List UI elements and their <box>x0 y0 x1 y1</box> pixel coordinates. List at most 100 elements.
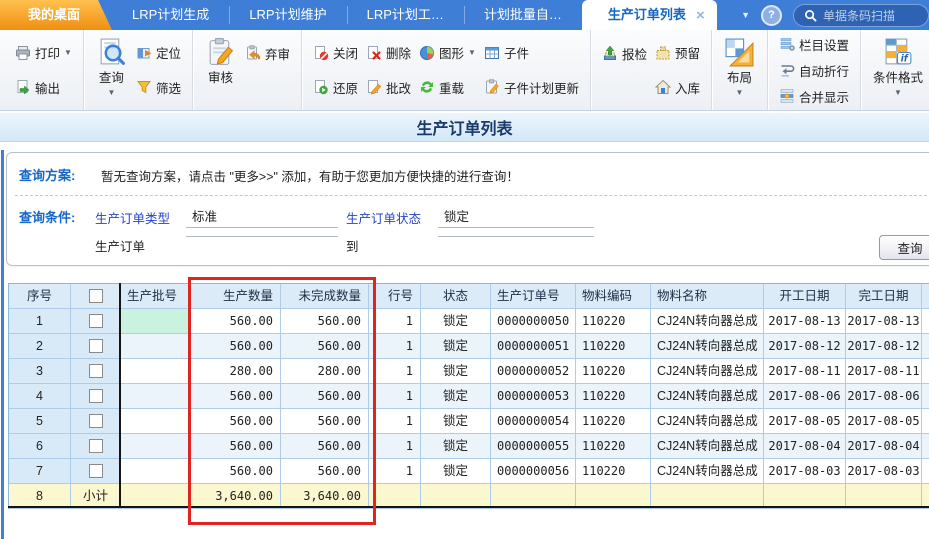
table-cell[interactable]: 280.00 <box>191 359 281 384</box>
table-cell[interactable] <box>121 309 191 334</box>
column-header[interactable]: 状态 <box>421 284 491 309</box>
table-cell[interactable]: CJ24N转向器总成 <box>651 384 764 409</box>
select-all-checkbox[interactable] <box>89 289 103 303</box>
tab-plan-batch-auto[interactable]: 计划批量自… <box>464 0 582 30</box>
table-cell[interactable]: 2017-08-12 <box>764 334 846 359</box>
table-cell[interactable]: 5 <box>9 409 71 434</box>
column-header[interactable]: 生产数量 <box>191 284 281 309</box>
table-cell[interactable]: 2017-08-12 <box>846 334 922 359</box>
table-cell[interactable]: 2017-08-11 <box>846 359 922 384</box>
layout-button[interactable]: 布局▼ <box>719 30 760 110</box>
table-cell[interactable]: 110220 <box>576 309 651 334</box>
table-cell[interactable]: 0000000052 <box>491 359 576 384</box>
table-cell[interactable]: 0000000050 <box>491 309 576 334</box>
unaudit-button[interactable]: 弃审 <box>241 41 294 65</box>
order-to-field[interactable] <box>438 234 594 237</box>
table-cell[interactable]: 110220 <box>576 359 651 384</box>
table-cell[interactable]: 0000000051 <box>491 334 576 359</box>
delete-button[interactable]: 删除 <box>362 41 415 65</box>
table-cell[interactable]: 2017-08-05 <box>846 409 922 434</box>
table-cell[interactable]: 0000000056 <box>491 459 576 484</box>
table-cell[interactable]: 4 <box>9 384 71 409</box>
table-cell[interactable]: 6 <box>9 434 71 459</box>
column-header[interactable]: 行号 <box>369 284 421 309</box>
tab-lrp-plan-maintain[interactable]: LRP计划维护 <box>229 0 346 30</box>
table-cell[interactable]: 2017-08-11 <box>764 359 846 384</box>
column-header[interactable] <box>922 284 929 309</box>
table-cell[interactable]: 560.00 <box>281 309 369 334</box>
table-cell[interactable]: 1 <box>9 309 71 334</box>
table-cell[interactable]: 560.00 <box>281 384 369 409</box>
close-icon[interactable]: × <box>696 8 705 23</box>
table-cell[interactable]: 560.00 <box>281 409 369 434</box>
barcode-search-box[interactable]: 单据条码扫描 <box>793 4 929 27</box>
column-header[interactable]: 生产批号 <box>121 284 191 309</box>
print-button[interactable]: 打印▼ <box>11 41 76 65</box>
table-cell[interactable]: 560.00 <box>191 334 281 359</box>
table-cell[interactable]: 0000000053 <box>491 384 576 409</box>
merge-display-button[interactable]: 合并显示 <box>775 84 853 108</box>
table-cell[interactable]: 2017-08-06 <box>846 384 922 409</box>
output-button[interactable]: 输出 <box>11 75 76 99</box>
row-checkbox[interactable] <box>89 389 103 403</box>
query-button[interactable]: 查询▼ <box>91 30 132 110</box>
warehouse-in-button[interactable]: 入库 <box>651 75 704 99</box>
table-cell[interactable]: 560.00 <box>191 434 281 459</box>
help-icon[interactable]: ? <box>761 5 782 26</box>
column-header[interactable]: 未完成数量 <box>281 284 369 309</box>
table-cell[interactable]: 110220 <box>576 434 651 459</box>
row-checkbox[interactable] <box>89 364 103 378</box>
table-cell[interactable]: 110220 <box>576 384 651 409</box>
filter-button[interactable]: 筛选 <box>132 75 185 99</box>
table-cell[interactable]: 锁定 <box>421 409 491 434</box>
tab-my-desktop[interactable]: 我的桌面 <box>0 0 112 30</box>
table-cell[interactable] <box>71 309 121 334</box>
table-cell[interactable]: 1 <box>369 459 421 484</box>
table-cell[interactable] <box>922 359 929 384</box>
table-cell[interactable]: 1 <box>369 309 421 334</box>
table-cell[interactable]: 锁定 <box>421 309 491 334</box>
order-type-field[interactable]: 标准 <box>186 206 338 228</box>
audit-button[interactable]: 审核 <box>200 30 241 110</box>
table-cell[interactable]: 1 <box>369 359 421 384</box>
table-cell[interactable] <box>922 434 929 459</box>
table-cell[interactable] <box>922 309 929 334</box>
column-header[interactable]: 生产订单号 <box>491 284 576 309</box>
table-cell[interactable] <box>922 459 929 484</box>
row-checkbox[interactable] <box>89 439 103 453</box>
table-cell[interactable]: 280.00 <box>281 359 369 384</box>
table-cell[interactable] <box>121 334 191 359</box>
table-cell[interactable]: 锁定 <box>421 459 491 484</box>
table-cell[interactable] <box>121 409 191 434</box>
table-cell[interactable] <box>121 359 191 384</box>
table-cell[interactable] <box>121 384 191 409</box>
table-cell[interactable]: 3 <box>9 359 71 384</box>
table-cell[interactable] <box>71 359 121 384</box>
child-plan-update-button[interactable]: 子件计划更新 <box>480 75 583 99</box>
table-cell[interactable]: 2 <box>9 334 71 359</box>
table-cell[interactable]: 2017-08-13 <box>764 309 846 334</box>
column-header[interactable]: 物料编码 <box>576 284 651 309</box>
table-cell[interactable]: 560.00 <box>191 309 281 334</box>
close-order-button[interactable]: 关闭 <box>309 41 362 65</box>
conditional-format-button[interactable]: if条件格式▼ <box>868 30 928 110</box>
table-cell[interactable]: 560.00 <box>281 459 369 484</box>
table-cell[interactable]: CJ24N转向器总成 <box>651 409 764 434</box>
graph-button[interactable]: 图形▼ <box>415 41 480 65</box>
table-cell[interactable]: 110220 <box>576 409 651 434</box>
table-cell[interactable] <box>71 334 121 359</box>
table-cell[interactable]: 110220 <box>576 459 651 484</box>
table-cell[interactable]: CJ24N转向器总成 <box>651 359 764 384</box>
table-cell[interactable]: 560.00 <box>191 384 281 409</box>
table-cell[interactable]: 2017-08-04 <box>764 434 846 459</box>
table-cell[interactable]: 2017-08-13 <box>846 309 922 334</box>
reserve-button[interactable]: 预留 <box>651 41 704 65</box>
locate-button[interactable]: 定位 <box>132 41 185 65</box>
column-header[interactable] <box>71 284 121 309</box>
table-cell[interactable]: CJ24N转向器总成 <box>651 434 764 459</box>
table-cell[interactable]: 锁定 <box>421 434 491 459</box>
column-header[interactable]: 开工日期 <box>764 284 846 309</box>
table-cell[interactable]: 锁定 <box>421 359 491 384</box>
table-cell[interactable]: 560.00 <box>191 459 281 484</box>
row-checkbox[interactable] <box>89 414 103 428</box>
